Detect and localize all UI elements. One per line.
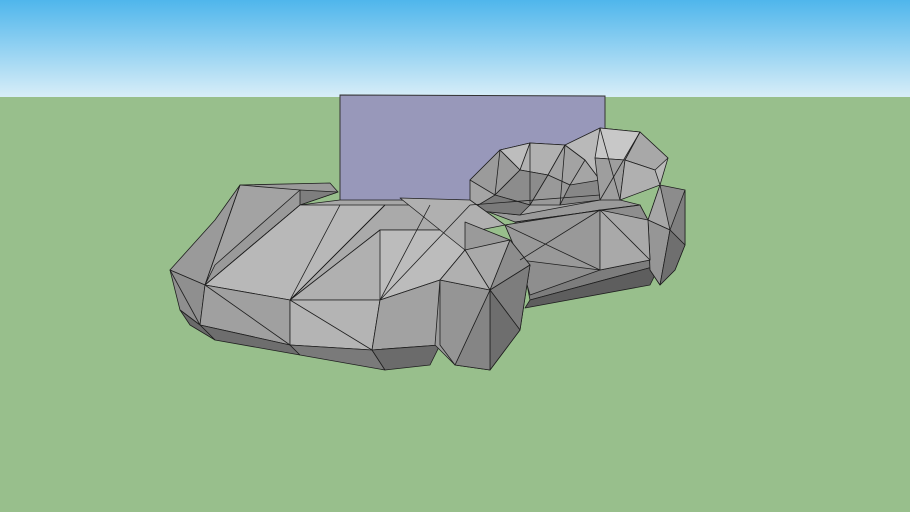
sky (0, 0, 910, 98)
3d-viewport[interactable] (0, 0, 910, 512)
viewport-canvas[interactable] (0, 0, 910, 512)
front-nose-right (289, 299, 381, 351)
